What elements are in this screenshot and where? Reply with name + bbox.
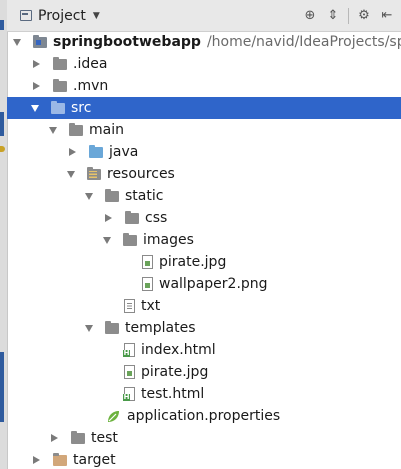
tree-row-test[interactable]: test xyxy=(7,427,401,449)
folder-icon xyxy=(123,232,137,246)
project-view-icon xyxy=(20,10,32,21)
view-selector-label[interactable]: Project xyxy=(38,8,86,24)
tree-row-java[interactable]: java xyxy=(7,141,401,163)
toolbar-actions: ⊕ ⇕ ⚙ ⇤ xyxy=(295,0,395,31)
tree-row-mvn[interactable]: .mvn xyxy=(7,75,401,97)
folder-icon xyxy=(53,56,67,70)
chevron-down-icon[interactable] xyxy=(13,38,21,46)
tree-item-label: pirate.jpg xyxy=(159,254,227,270)
chevron-down-icon[interactable] xyxy=(85,324,93,332)
chevron-right-icon[interactable] xyxy=(69,148,76,156)
crosshair-icon[interactable]: ⊕ xyxy=(302,8,318,24)
tree-row-css[interactable]: css xyxy=(7,207,401,229)
tree-row-src[interactable]: src xyxy=(7,97,401,119)
tree-row-index-html[interactable]: index.html xyxy=(7,339,401,361)
strip-marker xyxy=(0,20,4,30)
tree-item-label: java xyxy=(109,144,139,160)
excluded-folder-icon xyxy=(53,452,67,466)
folder-icon xyxy=(71,430,85,444)
folder-icon xyxy=(105,188,119,202)
tree-item-label: main xyxy=(89,122,124,138)
folder-icon xyxy=(53,78,67,92)
tree-item-label: pirate.jpg xyxy=(141,364,209,380)
toolbar-divider xyxy=(348,7,349,24)
tree-row-main[interactable]: main xyxy=(7,119,401,141)
hide-icon[interactable]: ⇤ xyxy=(379,8,395,24)
gear-icon[interactable]: ⚙ xyxy=(356,8,372,24)
project-tree[interactable]: springbootwebapp /home/navid/IdeaProject… xyxy=(7,31,401,469)
tree-item-label: wallpaper2.png xyxy=(159,276,268,292)
html-file-icon xyxy=(123,387,135,401)
project-name: springbootwebapp xyxy=(53,34,201,50)
image-file-icon xyxy=(142,255,153,269)
tree-row-wallpaper2-png[interactable]: wallpaper2.png xyxy=(7,273,401,295)
tree-item-label: templates xyxy=(125,320,196,336)
chevron-right-icon[interactable] xyxy=(33,456,40,464)
chevron-down-icon[interactable] xyxy=(67,170,75,178)
chevron-down-icon[interactable]: ▼ xyxy=(93,11,100,21)
tree-item-label: target xyxy=(73,452,116,468)
chevron-right-icon[interactable] xyxy=(33,82,40,90)
chevron-down-icon[interactable] xyxy=(85,192,93,200)
chevron-right-icon[interactable] xyxy=(51,434,58,442)
chevron-right-icon[interactable] xyxy=(33,60,40,68)
tree-item-label: static xyxy=(125,188,164,204)
tree-item-label: test xyxy=(91,430,118,446)
folder-icon xyxy=(51,100,65,114)
tree-row-txt[interactable]: txt xyxy=(7,295,401,317)
tree-row-static[interactable]: static xyxy=(7,185,401,207)
collapse-all-icon[interactable]: ⇕ xyxy=(325,8,341,24)
tree-row-project-root[interactable]: springbootwebapp /home/navid/IdeaProject… xyxy=(7,31,401,53)
tree-row-resources[interactable]: resources xyxy=(7,163,401,185)
strip-marker xyxy=(0,112,4,136)
folder-icon xyxy=(69,122,83,136)
source-folder-icon xyxy=(89,144,103,158)
tree-item-label: src xyxy=(71,100,92,116)
tree-row-images[interactable]: images xyxy=(7,229,401,251)
resources-folder-icon xyxy=(87,166,101,180)
text-file-icon xyxy=(124,299,135,313)
project-path: /home/navid/IdeaProjects/spri xyxy=(206,34,401,50)
chevron-right-icon[interactable] xyxy=(105,214,112,222)
chevron-down-icon[interactable] xyxy=(31,104,39,112)
tree-item-label: txt xyxy=(141,298,161,314)
image-file-icon xyxy=(142,277,153,291)
tree-item-label: css xyxy=(145,210,168,226)
tree-item-label: index.html xyxy=(141,342,216,358)
spring-leaf-icon xyxy=(106,409,121,424)
folder-icon xyxy=(125,210,139,224)
chevron-down-icon[interactable] xyxy=(49,126,57,134)
tree-item-label: test.html xyxy=(141,386,205,402)
module-folder-icon xyxy=(33,34,47,48)
tree-row-test-html[interactable]: test.html xyxy=(7,383,401,405)
folder-icon xyxy=(105,320,119,334)
tree-item-label: application.properties xyxy=(127,408,281,424)
tree-item-label: .mvn xyxy=(73,78,109,94)
tree-item-label: .idea xyxy=(73,56,108,72)
strip-marker xyxy=(0,352,4,422)
project-toolbar: Project ▼ ⊕ ⇕ ⚙ ⇤ xyxy=(7,0,401,32)
html-file-icon xyxy=(123,343,135,357)
tree-row-pirate-jpg-2[interactable]: pirate.jpg xyxy=(7,361,401,383)
strip-marker xyxy=(0,146,5,152)
tree-row-application-properties[interactable]: application.properties xyxy=(7,405,401,427)
image-file-icon xyxy=(124,365,135,379)
tree-item-label: images xyxy=(143,232,194,248)
tree-row-target[interactable]: target xyxy=(7,449,401,469)
tree-item-label: resources xyxy=(107,166,175,182)
tree-row-pirate-jpg[interactable]: pirate.jpg xyxy=(7,251,401,273)
tree-row-templates[interactable]: templates xyxy=(7,317,401,339)
tree-row-idea[interactable]: .idea xyxy=(7,53,401,75)
chevron-down-icon[interactable] xyxy=(103,236,111,244)
